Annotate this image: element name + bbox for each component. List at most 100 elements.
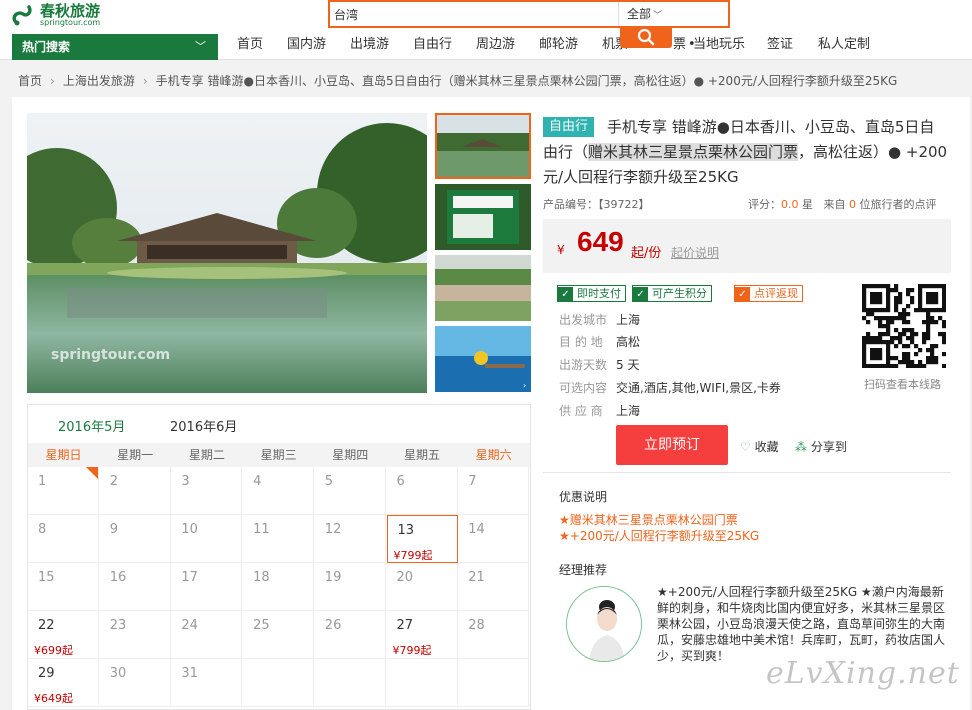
price-amount: 649 (577, 226, 624, 257)
favorite-button[interactable]: ♡ 收藏 (740, 438, 779, 455)
calendar-day (386, 659, 458, 707)
photo-watermark: springtour.com (51, 347, 171, 363)
calendar-day: 11 (243, 515, 315, 563)
badge-label: 即时支付 (577, 287, 621, 300)
thumbnail-2[interactable] (435, 184, 531, 250)
info-label: 供 应 商 (559, 404, 603, 418)
chevron-down-icon: ﹀ (195, 40, 206, 53)
calendar-day-number: 26 (324, 618, 342, 633)
calendar-day-number: 21 (468, 570, 485, 585)
price-box: ¥ 649 起/份 起价说明 (543, 219, 951, 273)
calendar-day-number: 16 (109, 570, 127, 585)
weekday-label: 星期五 (403, 448, 440, 462)
info-value: 上海 (616, 313, 641, 327)
calendar-day: 15 (28, 563, 99, 611)
divider (543, 472, 951, 473)
calendar-day-number: 20 (396, 570, 414, 585)
qr-caption: 扫码查看本线路 (864, 378, 941, 391)
nav-item-cruise[interactable]: 邮轮游 (539, 34, 578, 60)
calendar-day: 12 (314, 515, 386, 563)
nav-item-independent[interactable]: 自由行 (413, 34, 452, 60)
calendar-day: 9 (99, 515, 171, 563)
nav-item-tickets[interactable]: 票 (673, 34, 686, 60)
weekday-label: 星期六 (475, 448, 512, 462)
calendar-day[interactable]: 29 ¥649起 (28, 659, 99, 707)
price-currency: ¥ (557, 243, 565, 257)
brand-domain: springtour.com (40, 17, 101, 27)
tab-june[interactable]: 2016年6月 (170, 416, 237, 435)
calendar-day: 30 (99, 659, 171, 707)
share-button[interactable]: ⁂ 分享到 (795, 438, 847, 455)
chevron-down-icon: ﹀ (653, 11, 663, 21)
product-code: 产品编号：【39722】 (543, 196, 650, 212)
calendar-day-number: 24 (181, 618, 198, 633)
nav-item-custom[interactable]: 私人定制 (818, 34, 870, 60)
hot-search-label: 热门搜索 (22, 40, 71, 54)
share-icon: ⁂ (795, 440, 807, 454)
nav-item-visa[interactable]: 签证 (767, 34, 793, 60)
favorite-label: 收藏 (754, 440, 779, 454)
nav-item-home[interactable]: 首页 (237, 34, 263, 60)
calendar-day: 3 (171, 467, 243, 515)
search-scope-label: 全部 (627, 7, 652, 21)
breadcrumb-separator: › (50, 74, 55, 88)
check-icon: ✓ (633, 287, 648, 302)
calendar-day[interactable]: 22 ¥699起 (28, 611, 99, 659)
info-options: 可选内容 交通,酒店,其他,WIFI,景区,卡券 (559, 379, 781, 396)
breadcrumb: 首页 › 上海出发旅游 › 手机专享 错峰游●日本香川、小豆岛、直岛5日自由行（赠米其林… (18, 72, 897, 89)
breadcrumb-home[interactable]: 首页 (18, 74, 42, 88)
site-logo[interactable]: 春秋旅游 springtour.com (10, 0, 100, 30)
nav-item-outbound[interactable]: 出境游 (350, 34, 389, 60)
price-unit: 起/份 (631, 246, 662, 261)
qr-code (862, 284, 947, 369)
badge-label: 可产生积分 (652, 287, 707, 300)
main-photo[interactable]: springtour.com (27, 113, 427, 393)
nav-item-domestic[interactable]: 国内游 (287, 34, 326, 60)
price-explain-link[interactable]: 起价说明 (671, 244, 719, 261)
calendar-weekday-row: 星期日 星期一 星期二 星期三 星期四 星期五 星期六 (28, 443, 530, 467)
calendar-day[interactable]: 13 ¥799起 (386, 515, 458, 563)
book-now-button[interactable]: 立即预订 (616, 425, 728, 465)
calendar-day (243, 659, 315, 707)
search-scope-select[interactable]: 全部 ﹀ (618, 2, 728, 26)
calendar-day[interactable]: 27 ¥799起 (386, 611, 458, 659)
calendar-day: 28 (458, 611, 530, 659)
badge-label: 点评返现 (754, 287, 798, 300)
nav-item-nearby[interactable]: 周边游 (476, 34, 515, 60)
info-value: 交通,酒店,其他,WIFI,景区,卡券 (616, 381, 781, 395)
search-button[interactable] (620, 26, 672, 48)
info-destination: 目 的 地高松 (559, 333, 640, 350)
heart-icon: ♡ (740, 440, 751, 454)
product-code-value: 【39722】 (598, 198, 650, 211)
calendar-day-number: 31 (181, 666, 198, 681)
thumbnail-4[interactable]: › (435, 326, 531, 392)
calendar-day-number: 7 (468, 474, 477, 489)
calendar-day: 16 (99, 563, 171, 611)
calendar-day-number: 14 (468, 522, 485, 537)
calendar-day: 25 (243, 611, 315, 659)
hot-search-menu[interactable]: 热门搜索 ﹀ (12, 34, 218, 60)
tab-may[interactable]: 2016年5月 (58, 416, 125, 435)
calendar-day: 24 (171, 611, 243, 659)
calendar-day: 19 (314, 563, 386, 611)
review-post: 位旅行者的点评 (859, 198, 937, 211)
calendar-day-number: 29 (38, 666, 55, 681)
calendar-day-price: ¥799起 (392, 644, 432, 657)
calendar-day-number: 17 (181, 570, 198, 585)
product-type-tag: 自由行 (543, 117, 595, 137)
info-label: 出发城市 (559, 313, 608, 327)
calendar-day: 31 (171, 659, 243, 707)
calendar-day: 18 (243, 563, 315, 611)
thumbnail-1[interactable] (435, 113, 531, 179)
calendar-day-number: 9 (109, 522, 118, 537)
calendar-day: 1 (28, 467, 99, 515)
breadcrumb-category[interactable]: 上海出发旅游 (63, 74, 135, 88)
calendar-day: 5 (314, 467, 386, 515)
search-input[interactable] (330, 2, 618, 26)
thumbnail-3[interactable] (435, 255, 531, 321)
calendar-day-price: ¥649起 (34, 692, 73, 705)
calendar-day-number: 4 (253, 474, 262, 489)
nav-item-local[interactable]: 当地玩乐 (693, 34, 745, 60)
title-highlight: 赠米其林三星景点栗林公园门票 (588, 143, 799, 161)
info-value: 高松 (616, 335, 641, 349)
